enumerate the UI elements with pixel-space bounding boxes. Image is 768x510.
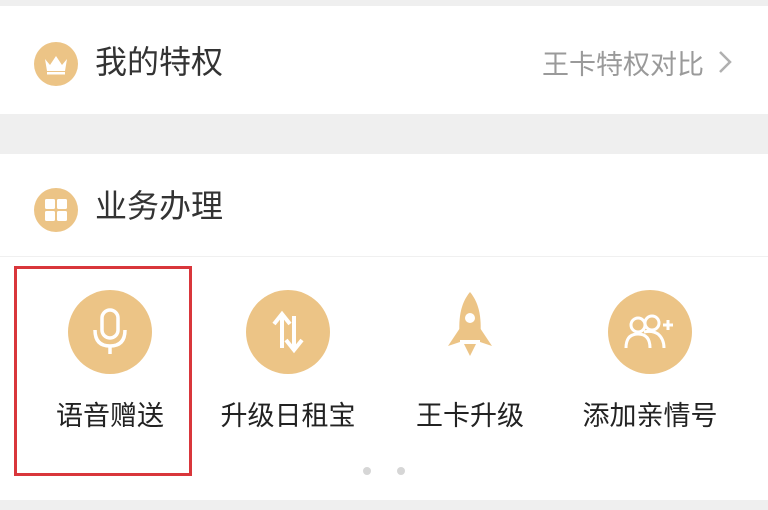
page-indicator — [0, 467, 768, 475]
chevron-right-icon — [718, 50, 732, 74]
service-voice-gift[interactable]: 语音赠送 — [14, 264, 206, 454]
privilege-compare-label: 王卡特权对比 — [542, 49, 704, 81]
divider — [0, 256, 768, 257]
service-label: 王卡升级 — [416, 401, 524, 432]
my-privileges-title: 我的特权 — [95, 43, 224, 81]
services-title: 业务办理 — [95, 187, 224, 225]
page-dot — [363, 467, 371, 475]
crown-icon — [34, 42, 78, 86]
service-king-upgrade[interactable]: 王卡升级 — [374, 264, 566, 454]
up-down-arrows-icon — [246, 290, 330, 374]
service-label: 添加亲情号 — [582, 401, 718, 432]
add-family-icon — [608, 290, 692, 374]
rocket-icon — [428, 290, 512, 374]
section-gap — [0, 114, 768, 154]
service-add-family[interactable]: 添加亲情号 — [554, 264, 746, 454]
microphone-icon — [68, 290, 152, 374]
services-card: 业务办理 语音赠送 升级日租宝 王卡升级 添加亲情号 — [0, 154, 768, 500]
grid-icon — [34, 188, 78, 232]
privilege-compare-link[interactable]: 王卡特权对比 — [542, 42, 732, 82]
service-label: 语音赠送 — [56, 401, 164, 432]
service-label: 升级日租宝 — [220, 401, 356, 432]
my-privileges-row[interactable]: 我的特权 王卡特权对比 — [0, 6, 768, 114]
page-dot — [397, 467, 405, 475]
service-upgrade-daily[interactable]: 升级日租宝 — [192, 264, 384, 454]
bottom-strip — [0, 500, 768, 510]
